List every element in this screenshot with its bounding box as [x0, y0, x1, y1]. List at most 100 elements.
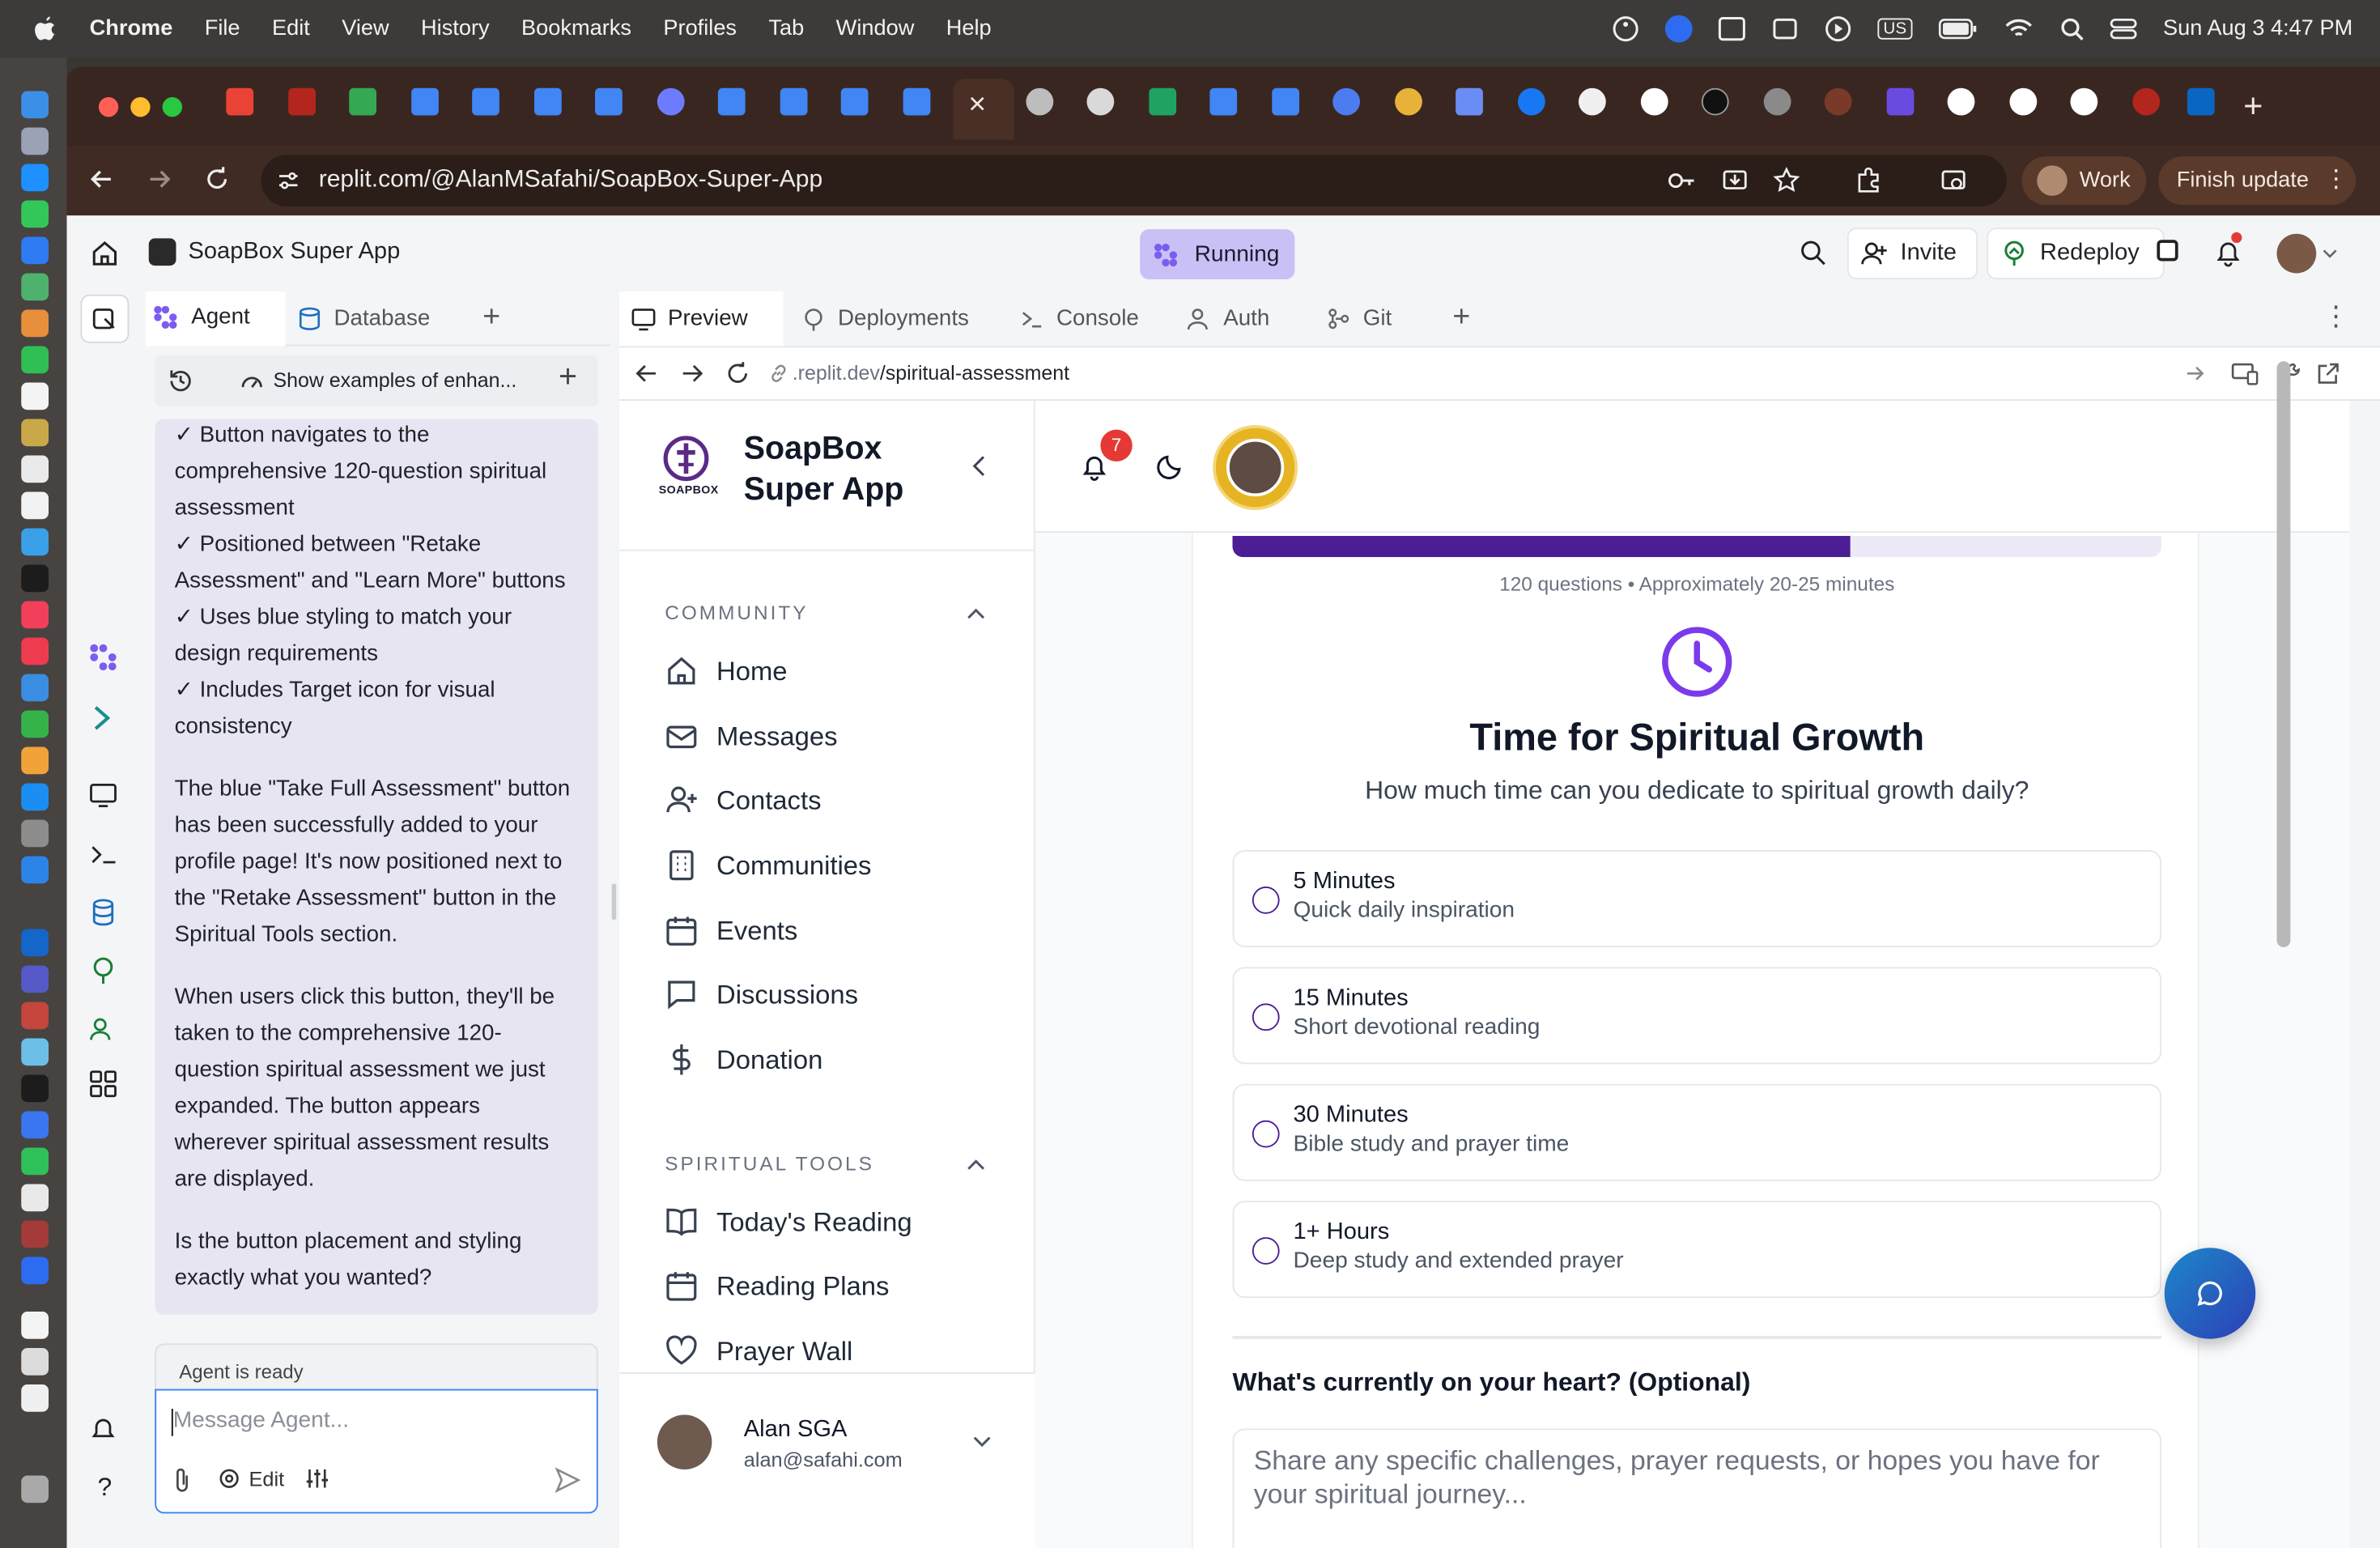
preview-scrollbar[interactable]	[2276, 361, 2291, 947]
shell-tool-icon[interactable]	[88, 840, 121, 873]
downloads-dock-icon[interactable]	[21, 1348, 49, 1376]
news-icon[interactable]	[21, 637, 49, 666]
radio-button[interactable]	[1252, 1120, 1280, 1148]
more-options-icon[interactable]: ⋮	[2323, 300, 2350, 332]
kebab-menu-icon[interactable]: ⋮	[2324, 168, 2348, 192]
tab-agent[interactable]: Agent	[146, 291, 286, 347]
close-window-button[interactable]	[98, 97, 119, 117]
apple-menu-icon[interactable]	[33, 15, 57, 43]
sidebar-item-prayer-wall[interactable]: Prayer Wall	[665, 1329, 852, 1374]
battery-icon[interactable]	[1938, 19, 1978, 40]
tab-google-icon[interactable]	[2009, 87, 2038, 116]
input-source-badge[interactable]: US	[1876, 18, 1913, 40]
tab-gmail-icon[interactable]	[226, 87, 254, 116]
tab-drive-icon[interactable]	[349, 87, 376, 116]
panel-resize-handle[interactable]	[611, 883, 617, 921]
preview-reload-icon[interactable]	[725, 361, 750, 385]
back-icon[interactable]	[88, 165, 116, 193]
sidebar-user-footer[interactable]: Alan SGA alan@safahi.com	[619, 1372, 1035, 1548]
profile-work-button[interactable]: Work	[2021, 156, 2147, 206]
remote-desktop-icon[interactable]	[21, 1002, 49, 1030]
tab-openai-icon[interactable]	[1086, 87, 1115, 116]
agent-tool-icon[interactable]	[88, 642, 121, 675]
forward-icon[interactable]	[146, 165, 173, 193]
history-icon[interactable]	[167, 368, 194, 395]
site-info-icon[interactable]	[276, 168, 300, 193]
folder-dock-icon[interactable]	[21, 1384, 49, 1412]
outlook-dock-icon[interactable]	[21, 929, 49, 957]
numbers-icon[interactable]	[21, 710, 49, 738]
minimize-window-button[interactable]	[130, 97, 151, 117]
accessibility-icon[interactable]	[1612, 15, 1639, 43]
chevron-down-icon[interactable]	[2323, 249, 2338, 260]
sidebar-item-todays-reading[interactable]: Today's Reading	[665, 1199, 912, 1244]
sidebar-item-discussions[interactable]: Discussions	[665, 972, 858, 1017]
maps-icon[interactable]	[21, 273, 49, 301]
zoom-window-button[interactable]	[162, 97, 182, 117]
message-composer[interactable]: Message Agent... Edit	[155, 1389, 598, 1514]
finder-icon[interactable]	[21, 91, 49, 119]
redeploy-button[interactable]: Redeploy	[1987, 228, 2165, 279]
settings-sliders-icon[interactable]	[305, 1466, 329, 1491]
calendar-icon[interactable]	[21, 382, 49, 410]
tab-docs-icon[interactable]	[472, 87, 499, 116]
auth-tool-icon[interactable]	[88, 1014, 121, 1048]
control-center-icon[interactable]	[2110, 17, 2137, 41]
tab-sheets-icon[interactable]	[1149, 87, 1177, 116]
sidebar-item-events[interactable]: Events	[665, 908, 797, 953]
dictionary-icon[interactable]	[21, 1220, 49, 1248]
tab-database[interactable]: Database	[298, 291, 465, 347]
new-tab-icon[interactable]: +	[2243, 87, 2263, 126]
tab-gemini-icon[interactable]	[1456, 87, 1483, 116]
whatsapp-icon[interactable]	[21, 1147, 49, 1176]
tab-google-icon[interactable]	[2070, 87, 2098, 116]
music-icon[interactable]	[21, 601, 49, 629]
preview-url-input[interactable]: .replit.dev/spiritual-assessment	[793, 361, 1069, 384]
play-icon[interactable]	[1824, 15, 1851, 43]
database-tool-icon[interactable]	[88, 897, 121, 930]
chevron-down-icon[interactable]	[973, 1436, 992, 1448]
chrome-dock-icon[interactable]	[21, 1184, 49, 1212]
tab-linkedin-icon[interactable]	[2187, 87, 2215, 116]
teams-dock-icon[interactable]	[21, 965, 49, 993]
facetime-icon[interactable]	[21, 346, 49, 374]
profile-avatar[interactable]	[1215, 427, 1295, 508]
url-text[interactable]: replit.com/@AlanMSafahi/SoapBox-Super-Ap…	[319, 167, 822, 194]
project-name[interactable]: SoapBox Super App	[189, 238, 401, 266]
alerts-icon[interactable]	[88, 1415, 121, 1448]
sidebar-item-home[interactable]: Home	[665, 649, 788, 694]
menu-chrome[interactable]: Chrome	[90, 17, 173, 41]
spotlight-search-icon[interactable]	[2059, 17, 2084, 41]
notes-icon[interactable]	[21, 419, 49, 447]
option-5-minutes[interactable]: 5 Minutes Quick daily inspiration	[1232, 850, 2161, 947]
sidebar-item-messages[interactable]: Messages	[665, 713, 838, 759]
add-preview-tab-icon[interactable]: +	[1452, 300, 1470, 335]
tab-docs-icon[interactable]	[1272, 87, 1299, 116]
radio-button[interactable]	[1252, 887, 1280, 914]
run-status-button[interactable]: Running	[1140, 229, 1295, 279]
examples-icon[interactable]	[240, 371, 264, 392]
tab-globe-icon[interactable]	[1026, 87, 1054, 116]
trash-icon[interactable]	[21, 1475, 49, 1503]
home-icon[interactable]	[91, 240, 119, 267]
address-bar[interactable]: replit.com/@AlanMSafahi/SoapBox-Super-Ap…	[261, 155, 2007, 206]
file-tree-icon[interactable]	[92, 307, 117, 331]
menu-window[interactable]: Window	[836, 17, 915, 41]
menu-bookmarks[interactable]: Bookmarks	[521, 17, 631, 41]
chat-support-button[interactable]	[2164, 1248, 2256, 1339]
settings-icon[interactable]	[21, 819, 49, 848]
launchpad-icon[interactable]	[21, 127, 49, 155]
close-tab-icon[interactable]: ×	[968, 90, 986, 121]
tab-google-icon[interactable]	[1640, 87, 1668, 116]
examples-label[interactable]: Show examples of enhan...	[274, 369, 517, 392]
reload-icon[interactable]	[203, 165, 231, 193]
safari-icon[interactable]	[21, 164, 49, 192]
tab-deployments[interactable]: Deployments	[789, 291, 1002, 347]
search-icon[interactable]	[1800, 240, 1826, 266]
tab-red-icon[interactable]	[288, 87, 316, 116]
menu-history[interactable]: History	[421, 17, 490, 41]
app-store-icon[interactable]	[21, 783, 49, 811]
menu-edit[interactable]: Edit	[272, 17, 310, 41]
preview-back-icon[interactable]	[635, 361, 659, 385]
go-arrow-icon[interactable]	[2186, 363, 2207, 384]
